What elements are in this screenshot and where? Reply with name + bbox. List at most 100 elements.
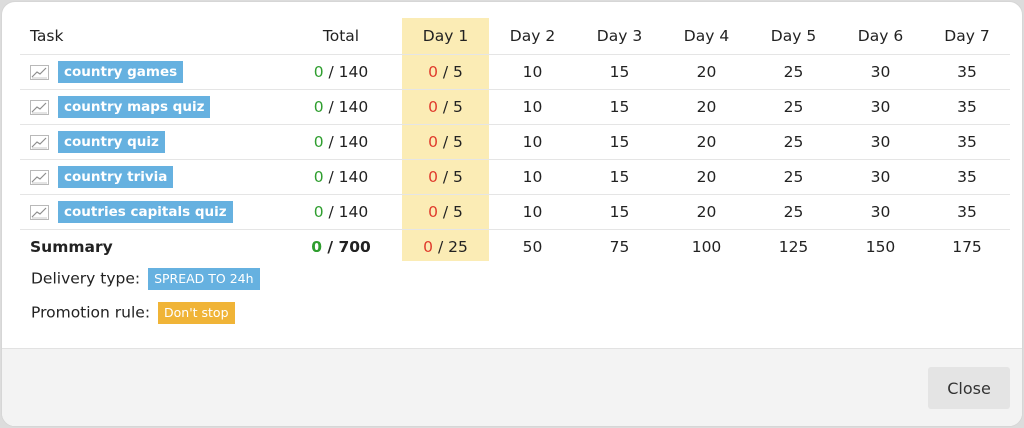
- day-4-cell: 20: [663, 124, 750, 160]
- day-4-cell: 20: [663, 194, 750, 230]
- summary-day-2-cell: 50: [489, 229, 576, 264]
- day-2-cell: 10: [489, 124, 576, 160]
- day-7-cell: 35: [924, 54, 1010, 90]
- task-schedule-dialog: Task Total Day 1 Day 2 Day 3 Day 4 Day 5…: [1, 1, 1023, 427]
- summary-total-done: 0: [311, 238, 322, 256]
- day-3-cell: 15: [576, 124, 663, 160]
- day-1-done: 0: [428, 133, 438, 151]
- day-1-cell: 0 / 5: [402, 54, 489, 90]
- line-chart-icon[interactable]: [30, 204, 49, 220]
- task-cell: country trivia: [20, 159, 280, 195]
- summary-day-1-target: / 25: [433, 238, 468, 256]
- dialog-footer: Close: [2, 348, 1022, 426]
- line-chart-icon[interactable]: [30, 64, 49, 80]
- total-done: 0: [313, 98, 324, 116]
- task-tag[interactable]: country games: [58, 61, 184, 83]
- day-3-cell: 15: [576, 159, 663, 195]
- task-cell: country games: [20, 54, 280, 90]
- day-3-cell: 15: [576, 54, 663, 90]
- summary-total-target: / 700: [321, 238, 371, 256]
- dialog-content: Task Total Day 1 Day 2 Day 3 Day 4 Day 5…: [20, 18, 1010, 348]
- day-6-cell: 30: [837, 89, 924, 125]
- summary-total-cell: 0 / 700: [280, 229, 402, 264]
- day-4-cell: 20: [663, 89, 750, 125]
- task-cell: country maps quiz: [20, 89, 280, 125]
- header-task: Task: [30, 27, 64, 45]
- total-target: / 140: [323, 203, 369, 221]
- header-day-4: Day 4: [683, 27, 730, 45]
- close-button[interactable]: Close: [928, 367, 1010, 409]
- header-total: Total: [322, 27, 360, 45]
- day-6-cell: 30: [837, 194, 924, 230]
- day-5-cell: 25: [750, 124, 837, 160]
- day-2-cell: 10: [489, 54, 576, 90]
- total-cell: 0 / 140: [280, 54, 402, 90]
- task-tag[interactable]: country quiz: [58, 131, 165, 153]
- day-5-cell: 25: [750, 89, 837, 125]
- total-cell: 0 / 140: [280, 194, 402, 230]
- delivery-type: Delivery type: SPREAD TO 24h: [31, 268, 260, 290]
- header-day-3: Day 3: [596, 27, 643, 45]
- day-1-target: / 5: [437, 203, 463, 221]
- total-target: / 140: [323, 133, 369, 151]
- day-1-cell: 0 / 5: [402, 89, 489, 125]
- day-7-cell: 35: [924, 159, 1010, 195]
- day-1-cell: 0 / 5: [402, 159, 489, 195]
- day-1-target: / 5: [437, 98, 463, 116]
- line-chart-icon[interactable]: [30, 134, 49, 150]
- delivery-type-badge: SPREAD TO 24h: [148, 268, 260, 290]
- task-tag[interactable]: country trivia: [58, 166, 174, 188]
- summary-day-3-cell: 75: [576, 229, 663, 264]
- summary-row: Summary 0 / 700 0 / 25 50 75 100 125 150 175: [20, 229, 1010, 264]
- day-6-cell: 30: [837, 124, 924, 160]
- line-chart-icon[interactable]: [30, 169, 49, 185]
- summary-day-5-cell: 125: [750, 229, 837, 264]
- table-row: coutries capitals quiz 0 / 140 0 / 5 10 15 20…: [20, 194, 1010, 230]
- day-4-cell: 20: [663, 159, 750, 195]
- total-cell: 0 / 140: [280, 89, 402, 125]
- header-day-2: Day 2: [509, 27, 556, 45]
- table-row: country maps quiz 0 / 140 0 / 5 10 15 20 25 30 3…: [20, 89, 1010, 125]
- total-done: 0: [313, 168, 324, 186]
- day-1-cell: 0 / 5: [402, 124, 489, 160]
- day-4-cell: 20: [663, 54, 750, 90]
- table-row: country trivia 0 / 140 0 / 5 10 15 20 25 30 35: [20, 159, 1010, 195]
- summary-day-4-cell: 100: [663, 229, 750, 264]
- delivery-type-label: Delivery type:: [31, 269, 141, 288]
- day-1-done: 0: [428, 63, 438, 81]
- header-day-7: Day 7: [944, 27, 990, 45]
- day-2-cell: 10: [489, 89, 576, 125]
- day-1-done: 0: [428, 203, 438, 221]
- day-3-cell: 15: [576, 194, 663, 230]
- promotion-rule: Promotion rule: Don't stop: [31, 302, 235, 324]
- day-1-cell: 0 / 5: [402, 194, 489, 230]
- promotion-rule-label: Promotion rule:: [31, 303, 151, 322]
- day-3-cell: 15: [576, 89, 663, 125]
- day-7-cell: 35: [924, 194, 1010, 230]
- promotion-rule-badge: Don't stop: [158, 302, 235, 324]
- task-cell: coutries capitals quiz: [20, 194, 280, 230]
- day-1-done: 0: [428, 98, 438, 116]
- task-tag[interactable]: country maps quiz: [58, 96, 211, 118]
- day-5-cell: 25: [750, 159, 837, 195]
- day-6-cell: 30: [837, 159, 924, 195]
- day-1-target: / 5: [437, 63, 463, 81]
- task-tag[interactable]: coutries capitals quiz: [58, 201, 233, 223]
- summary-day-6-cell: 150: [837, 229, 924, 264]
- table-row: country quiz 0 / 140 0 / 5 10 15 20 25 30 35: [20, 124, 1010, 160]
- summary-day-1-done: 0: [423, 238, 434, 256]
- total-cell: 0 / 140: [280, 124, 402, 160]
- total-done: 0: [313, 133, 324, 151]
- day-6-cell: 30: [837, 54, 924, 90]
- day-1-target: / 5: [437, 133, 463, 151]
- total-target: / 140: [323, 168, 369, 186]
- day-1-done: 0: [428, 168, 438, 186]
- header-day-6: Day 6: [857, 27, 904, 45]
- header-day-1: Day 1: [422, 27, 469, 45]
- total-cell: 0 / 140: [280, 159, 402, 195]
- table-header-row: Task Total Day 1 Day 2 Day 3 Day 4 Day 5…: [20, 18, 1010, 55]
- day-7-cell: 35: [924, 89, 1010, 125]
- day-2-cell: 10: [489, 194, 576, 230]
- total-target: / 140: [323, 63, 369, 81]
- line-chart-icon[interactable]: [30, 99, 49, 115]
